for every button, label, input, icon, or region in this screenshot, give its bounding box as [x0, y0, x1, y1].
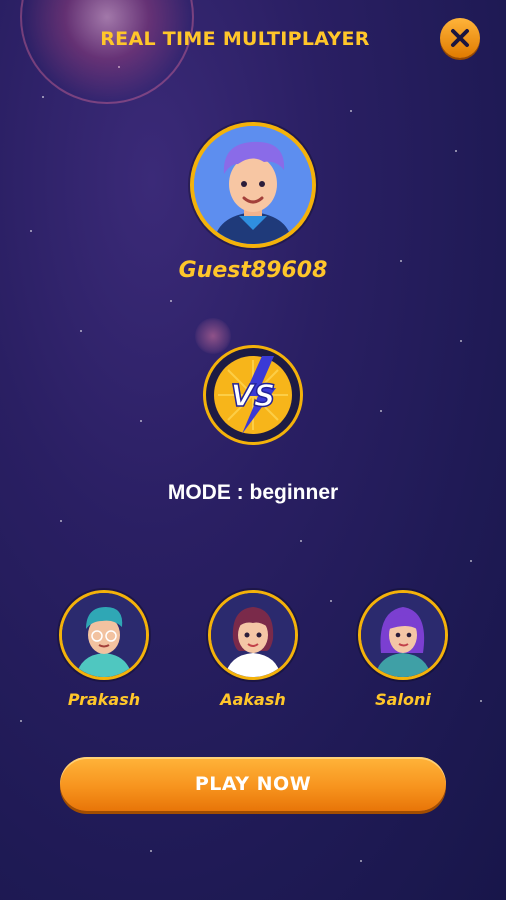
play-now-button[interactable]: PLAY NOW — [60, 757, 446, 811]
boy-avatar-icon — [194, 126, 312, 244]
opponent-avatar — [59, 590, 149, 680]
opponent-card: Saloni — [343, 590, 463, 709]
light-flare — [20, 0, 194, 104]
purple-hair-girl-avatar-icon — [361, 593, 445, 677]
player-name: Guest89608 — [178, 258, 328, 283]
glasses-boy-avatar-icon — [62, 593, 146, 677]
light-flare-small — [195, 318, 231, 354]
girl-avatar-icon — [211, 593, 295, 677]
opponent-name: Saloni — [375, 690, 431, 709]
opponent-card: Aakash — [193, 590, 313, 709]
screen-title: REAL TIME MULTIPLAYER — [100, 28, 370, 50]
versus-badge: VS — [203, 345, 303, 445]
opponent-name: Prakash — [67, 690, 141, 709]
opponent-card: Prakash — [44, 590, 164, 709]
close-button[interactable] — [440, 18, 480, 58]
vs-icon: VS — [214, 356, 292, 434]
player-avatar — [190, 122, 316, 248]
opponent-name: Aakash — [220, 690, 286, 709]
mode-label: MODE : beginner — [167, 481, 339, 504]
close-icon — [451, 29, 469, 47]
opponent-avatar — [208, 590, 298, 680]
opponent-avatar — [358, 590, 448, 680]
vs-text: VS — [231, 379, 276, 414]
